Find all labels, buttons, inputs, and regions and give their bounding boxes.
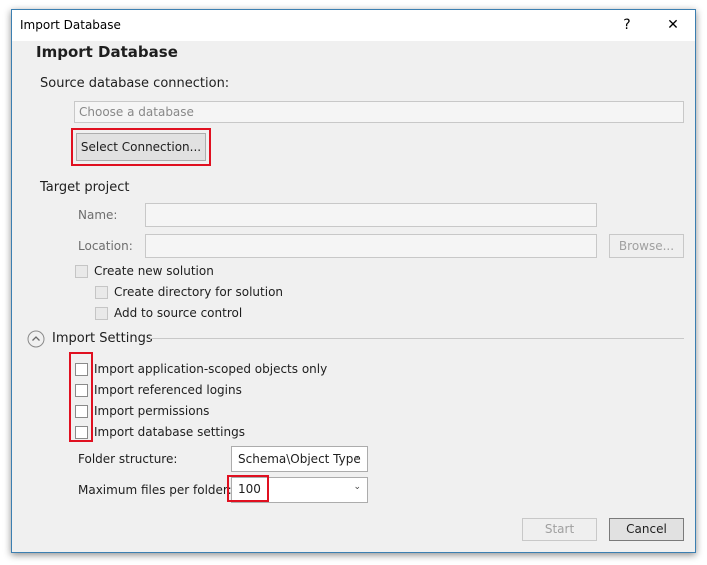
- import-database-dialog: Import Database ? ✕ Import Database Sour…: [11, 9, 696, 553]
- import-settings-divider: [150, 338, 684, 339]
- import-logins-label: Import referenced logins: [94, 383, 242, 397]
- help-icon[interactable]: ?: [605, 10, 649, 41]
- select-connection-button[interactable]: Select Connection...: [76, 133, 206, 161]
- import-db-settings-checkbox[interactable]: [75, 426, 88, 439]
- import-app-scoped-checkbox[interactable]: [75, 363, 88, 376]
- chevron-down-icon: ⌄: [353, 451, 361, 461]
- target-project-label: Target project: [40, 180, 130, 195]
- create-solution-label: Create new solution: [94, 264, 214, 278]
- name-label: Name:: [78, 208, 118, 222]
- start-button[interactable]: Start: [522, 518, 597, 541]
- import-settings-label: Import Settings: [52, 331, 153, 346]
- close-icon[interactable]: ✕: [651, 10, 695, 41]
- source-connection-label: Source database connection:: [40, 76, 230, 91]
- location-input[interactable]: [145, 234, 597, 258]
- create-directory-label: Create directory for solution: [114, 285, 284, 299]
- max-files-label: Maximum files per folder:: [78, 483, 232, 497]
- database-input[interactable]: Choose a database: [74, 101, 684, 123]
- window-title: Import Database: [20, 18, 121, 32]
- chevron-down-icon: ⌄: [353, 482, 361, 492]
- add-source-control-label: Add to source control: [114, 306, 243, 320]
- import-logins-checkbox[interactable]: [75, 384, 88, 397]
- folder-structure-label: Folder structure:: [78, 452, 178, 466]
- import-permissions-checkbox[interactable]: [75, 405, 88, 418]
- chevron-up-icon[interactable]: [27, 330, 45, 348]
- import-permissions-label: Import permissions: [94, 404, 210, 418]
- highlight-max-files: [227, 475, 269, 502]
- import-app-scoped-label: Import application-scoped objects only: [94, 362, 328, 376]
- folder-structure-value: Schema\Object Type: [238, 452, 361, 466]
- create-directory-checkbox[interactable]: [95, 286, 108, 299]
- folder-structure-select[interactable]: Schema\Object Type ⌄: [231, 446, 368, 472]
- add-source-control-checkbox[interactable]: [95, 307, 108, 320]
- title-bar: Import Database ? ✕: [12, 10, 695, 41]
- name-input[interactable]: [145, 203, 597, 227]
- import-db-settings-label: Import database settings: [94, 425, 245, 439]
- cancel-button[interactable]: Cancel: [609, 518, 684, 541]
- dialog-heading: Import Database: [36, 43, 178, 61]
- create-solution-checkbox[interactable]: [75, 265, 88, 278]
- location-label: Location:: [78, 239, 133, 253]
- browse-button[interactable]: Browse...: [609, 234, 684, 258]
